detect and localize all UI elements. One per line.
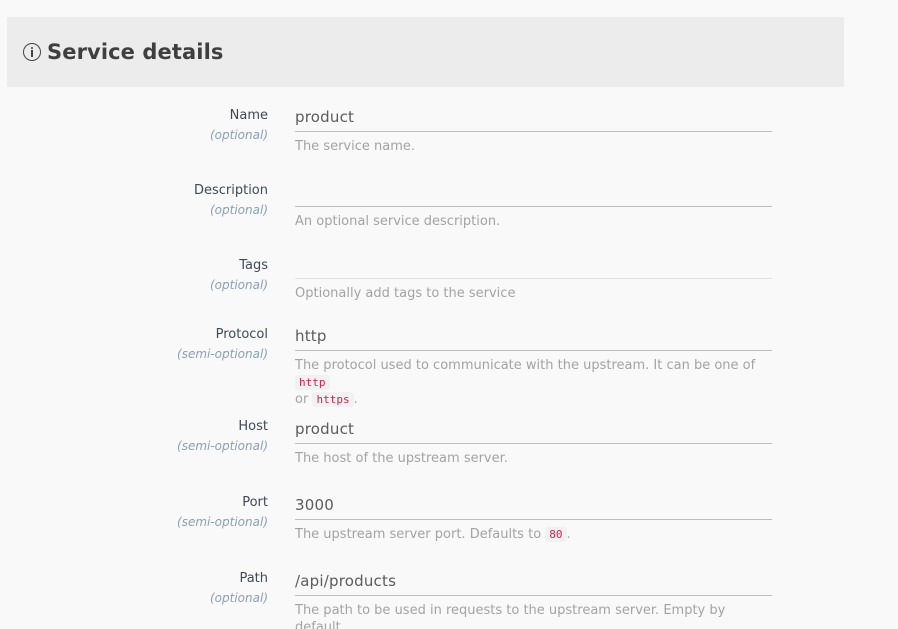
port-label: Port — [242, 495, 268, 510]
protocol-help-suffix: . — [353, 392, 358, 407]
port-note: (semi-optional) — [177, 515, 268, 529]
description-label: Description — [193, 183, 268, 198]
port-help: The upstream server port. Defaults to 80… — [295, 526, 772, 543]
path-label: Path — [239, 571, 268, 586]
service-details-header: Service details — [7, 17, 844, 87]
protocol-code-https: https — [312, 392, 354, 407]
protocol-label: Protocol — [215, 327, 268, 342]
description-note: (optional) — [210, 203, 268, 217]
tags-note: (optional) — [210, 278, 268, 292]
name-note: (optional) — [210, 128, 268, 142]
port-help-text: The upstream server port. Defaults to — [295, 527, 542, 542]
protocol-input[interactable]: http — [295, 322, 772, 351]
protocol-help-or: or — [295, 392, 309, 407]
path-note: (optional) — [210, 591, 268, 605]
section-title: Service details — [47, 40, 224, 64]
protocol-code-http: http — [295, 375, 330, 390]
tags-label: Tags — [239, 258, 268, 273]
protocol-help-text: The protocol used to communicate with th… — [295, 358, 756, 373]
port-input[interactable]: 3000 — [295, 491, 772, 520]
host-note: (semi-optional) — [177, 439, 268, 453]
name-input[interactable]: product — [295, 103, 772, 132]
protocol-note: (semi-optional) — [177, 347, 268, 361]
name-label: Name — [229, 108, 268, 123]
host-input[interactable]: product — [295, 415, 772, 444]
host-help: The host of the upstream server. — [295, 451, 508, 466]
description-input[interactable] — [295, 178, 772, 207]
path-input[interactable]: /api/products — [295, 567, 772, 596]
name-help: The service name. — [295, 139, 416, 154]
host-label: Host — [238, 419, 268, 434]
port-code-default: 80 — [545, 527, 567, 542]
tags-input[interactable] — [295, 250, 772, 279]
description-help: An optional service description. — [295, 214, 501, 229]
protocol-help: The protocol used to communicate with th… — [295, 357, 772, 408]
port-help-suffix: . — [566, 527, 571, 542]
info-circle-icon — [23, 43, 41, 61]
path-help: The path to be used in requests to the u… — [295, 603, 726, 629]
tags-help: Optionally add tags to the service — [295, 286, 516, 301]
